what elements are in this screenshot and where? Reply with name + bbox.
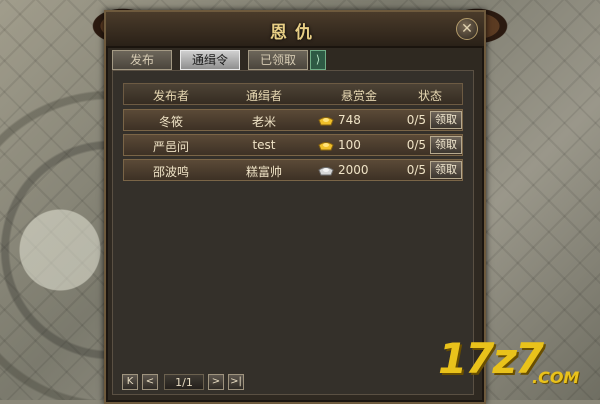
table-row: 严邑问 test 100 0/5 领取	[123, 134, 463, 156]
row-bounty: 2000	[318, 163, 398, 179]
header-bounty: 悬赏金	[340, 89, 377, 103]
wanted-list-panel: 发布者 通缉者 悬赏金 状态 冬筱 老米 748 0/5 领取 严邑问 test	[112, 70, 474, 395]
header-target: 通缉者	[245, 89, 282, 103]
claim-button[interactable]: 领取	[430, 111, 462, 129]
table-header: 发布者 通缉者 悬赏金 状态	[123, 83, 463, 105]
row-bounty-value: 2000	[338, 163, 369, 177]
window-titlebar: 恩仇 ✕	[106, 12, 484, 48]
tab-claimed[interactable]: 已领取	[248, 50, 308, 70]
tab-publish[interactable]: 发布	[112, 50, 172, 70]
next-page-button[interactable]: >	[208, 374, 224, 390]
silver-ingot-icon	[318, 167, 334, 176]
row-status: 0/5	[406, 113, 426, 127]
row-status: 0/5	[406, 138, 426, 152]
watermark-main-text: 17z7	[438, 334, 544, 383]
table-row: 邵波鸣 糕富帅 2000 0/5 领取	[123, 159, 463, 181]
gold-ingot-icon	[318, 117, 334, 126]
row-target: test	[252, 138, 276, 152]
header-status: 状态	[417, 89, 442, 103]
last-page-button[interactable]: >|	[228, 374, 244, 390]
window-title: 恩仇	[270, 23, 320, 43]
row-bounty-value: 748	[338, 113, 361, 127]
row-target: 糕富帅	[245, 165, 282, 179]
claim-button[interactable]: 领取	[430, 136, 462, 154]
row-target: 老米	[251, 115, 276, 129]
row-status: 0/5	[406, 163, 426, 177]
row-bounty-value: 100	[338, 138, 361, 152]
watermark-sub-text: .COM	[532, 368, 580, 387]
row-publisher: 严邑问	[152, 140, 189, 154]
row-bounty: 748	[318, 113, 398, 129]
table-row: 冬筱 老米 748 0/5 领取	[123, 109, 463, 131]
tab-wanted[interactable]: 通缉令	[180, 50, 240, 70]
claim-button[interactable]: 领取	[430, 161, 462, 179]
site-watermark-logo: 17z7 .COM	[438, 330, 588, 390]
row-publisher: 冬筱	[158, 115, 183, 129]
bounty-window: 恩仇 ✕ 发布 通缉令 已领取 ⟩ 发布者 通缉者 悬赏金 状态 冬筱 老米 7…	[104, 10, 486, 404]
gold-ingot-icon	[318, 142, 334, 151]
close-button[interactable]: ✕	[456, 18, 478, 40]
tab-scroll-icon[interactable]: ⟩	[310, 50, 326, 70]
page-indicator: 1/1	[164, 374, 204, 390]
prev-page-button[interactable]: <	[142, 374, 158, 390]
row-bounty: 100	[318, 138, 398, 154]
header-publisher: 发布者	[152, 89, 189, 103]
first-page-button[interactable]: K	[122, 374, 138, 390]
row-publisher: 邵波鸣	[152, 165, 189, 179]
